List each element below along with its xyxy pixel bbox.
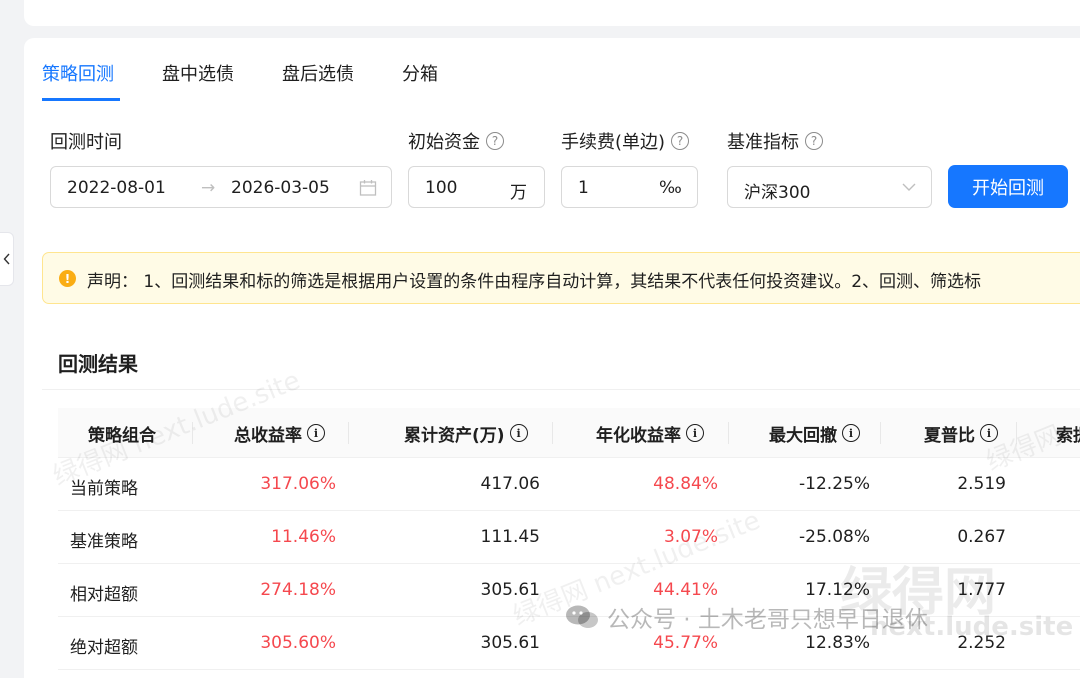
info-icon[interactable]: i (307, 424, 325, 442)
sharpe-ratio: 0.267 (957, 527, 1006, 547)
column-header-strategy: 策略组合 (88, 425, 156, 446)
column-separator (880, 422, 881, 444)
chevron-left-icon (3, 253, 10, 265)
help-icon[interactable]: ? (805, 132, 823, 150)
table-row: 绝对超额 305.60% 305.61 45.77% 12.83% 2.252 (58, 617, 1080, 670)
capital-value[interactable]: 100 (425, 178, 457, 198)
cumulative-assets: 305.61 (480, 580, 540, 600)
max-drawdown: -25.08% (799, 527, 870, 547)
range-arrow: → (201, 178, 216, 198)
benchmark-select[interactable]: 沪深300 (727, 166, 932, 208)
max-drawdown: 17.12% (805, 580, 870, 600)
sharpe-ratio: 1.777 (957, 580, 1006, 600)
help-icon[interactable]: ? (486, 132, 504, 150)
info-icon[interactable]: i (686, 424, 704, 442)
capital-label: 初始资金 ? (408, 128, 504, 154)
table-row: 当前策略 317.06% 417.06 48.84% -12.25% 2.519 (58, 458, 1080, 511)
tab-binning[interactable]: 分箱 (402, 60, 438, 86)
start-date-input[interactable]: 2022-08-01 (67, 178, 166, 198)
period-label: 回测时间 (50, 132, 122, 153)
annual-return: 45.77% (653, 633, 718, 653)
info-icon[interactable]: i (509, 424, 528, 442)
calendar-icon[interactable] (359, 179, 377, 197)
start-backtest-button[interactable]: 开始回测 (948, 165, 1068, 208)
annual-return: 44.41% (653, 580, 718, 600)
fee-label: 手续费(单边) ? (561, 128, 690, 154)
disclaimer-text: 声明： 1、回测结果和标的筛选是根据用户设置的条件由程序自动计算，其结果不代表任… (87, 272, 982, 292)
column-header-cumulative-assets: 累计资产(万) i (404, 408, 528, 458)
date-range-picker[interactable]: 2022-08-01 → 2026-03-05 (50, 166, 392, 208)
table-header: 策略组合 总收益率 i 累计资产(万) i 年化收益率 i 最大回撤 i 夏普比… (58, 408, 1080, 458)
total-return: 274.18% (260, 580, 336, 600)
chevron-down-icon (902, 183, 916, 191)
max-drawdown: -12.25% (799, 474, 870, 494)
strategy-name: 基准策略 (70, 532, 138, 552)
sharpe-ratio: 2.519 (957, 474, 1006, 494)
disclaimer-notice: ! 声明： 1、回测结果和标的筛选是根据用户设置的条件由程序自动计算，其结果不代… (42, 252, 1080, 304)
cumulative-assets: 111.45 (480, 527, 540, 547)
tab-strategy-backtest[interactable]: 策略回测 (42, 60, 114, 86)
column-separator (1016, 422, 1017, 444)
column-header-total-return: 总收益率 i (234, 408, 325, 458)
strategy-name: 当前策略 (70, 479, 138, 499)
info-icon[interactable]: i (980, 424, 998, 442)
tab-intraday-selection[interactable]: 盘中选债 (162, 60, 234, 86)
fee-input[interactable]: 1 ‰ (561, 166, 698, 208)
sharpe-ratio: 2.252 (957, 633, 1006, 653)
tab-bar: 策略回测 盘中选债 盘后选债 分箱 (24, 38, 1080, 101)
fee-value[interactable]: 1 (578, 178, 589, 198)
column-header-sharpe: 夏普比 i (924, 408, 998, 458)
column-separator (192, 422, 193, 444)
table-row: 相对超额 274.18% 305.61 44.41% 17.12% 1.777 (58, 564, 1080, 617)
column-separator (552, 422, 553, 444)
tab-after-hours-selection[interactable]: 盘后选债 (282, 60, 354, 86)
cumulative-assets: 417.06 (480, 474, 540, 494)
backtest-panel: 策略回测 盘中选债 盘后选债 分箱 回测时间 初始资金 ? 手续费(单边) ? … (24, 38, 1080, 678)
help-icon[interactable]: ? (671, 132, 690, 150)
capital-unit: 万 (510, 183, 527, 203)
column-header-max-drawdown: 最大回撤 i (769, 408, 860, 458)
warning-icon: ! (59, 270, 76, 287)
active-tab-indicator (42, 98, 120, 101)
annual-return: 48.84% (653, 474, 718, 494)
results-title: 回测结果 (58, 352, 138, 376)
max-drawdown: 12.83% (805, 633, 870, 653)
strategy-name: 绝对超额 (70, 638, 138, 658)
benchmark-label: 基准指标 ? (727, 128, 823, 154)
divider (42, 389, 1080, 390)
total-return: 11.46% (271, 527, 336, 547)
column-header-sortino: 索提 (1056, 425, 1080, 446)
cumulative-assets: 305.61 (480, 633, 540, 653)
info-icon[interactable]: i (842, 424, 860, 442)
total-return: 305.60% (260, 633, 336, 653)
collapse-handle[interactable] (0, 232, 14, 286)
top-card (24, 0, 1080, 26)
column-header-annual-return: 年化收益率 i (596, 408, 704, 458)
fee-unit: ‰ (659, 178, 682, 198)
end-date-input[interactable]: 2026-03-05 (231, 178, 330, 198)
annual-return: 3.07% (663, 527, 718, 547)
total-return: 317.06% (260, 474, 336, 494)
table-row: 基准策略 11.46% 111.45 3.07% -25.08% 0.267 (58, 511, 1080, 564)
benchmark-value: 沪深300 (744, 183, 811, 203)
strategy-name: 相对超额 (70, 585, 138, 605)
column-separator (348, 422, 349, 444)
capital-input[interactable]: 100 万 (408, 166, 545, 208)
column-separator (728, 422, 729, 444)
